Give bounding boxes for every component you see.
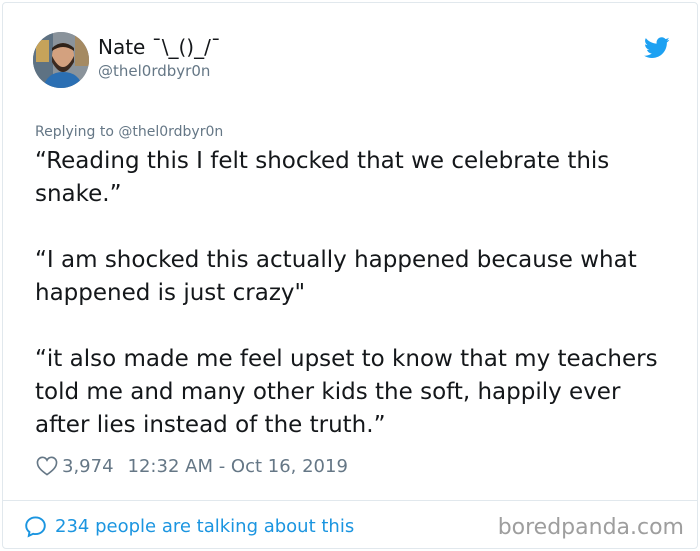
divider [2, 500, 698, 501]
tweet-paragraph: “Reading this I felt shocked that we cel… [35, 148, 610, 207]
speech-bubble-icon [25, 515, 46, 538]
timestamp[interactable]: 12:32 AM - Oct 16, 2019 [128, 456, 348, 477]
display-name[interactable]: Nate ¯\_()_/¯ [98, 34, 221, 60]
avatar[interactable] [33, 32, 89, 88]
tweet-meta: 3,974 12:32 AM - Oct 16, 2019 [36, 453, 348, 479]
tweet-paragraph: “I am shocked this actually happened bec… [35, 247, 637, 306]
like-count[interactable]: 3,974 [62, 456, 114, 477]
tweet-text: “Reading this I felt shocked that we cel… [35, 145, 675, 442]
replying-to[interactable]: Replying to @thel0rdbyr0n [35, 122, 223, 142]
conversation-link[interactable]: 234 people are talking about this [24, 512, 354, 540]
twitter-bird-icon[interactable] [644, 37, 670, 59]
heart-icon[interactable] [36, 456, 58, 476]
avatar-image [33, 32, 89, 88]
tweet-paragraph: “it also made me feel upset to know that… [35, 346, 658, 438]
watermark: boredpanda.com [497, 514, 684, 540]
user-handle[interactable]: @thel0rdbyr0n [98, 61, 210, 81]
conversation-link-label[interactable]: 234 people are talking about this [55, 516, 354, 537]
tweet-card: Nate ¯\_()_/¯ @thel0rdbyr0n Replying to … [2, 2, 698, 549]
